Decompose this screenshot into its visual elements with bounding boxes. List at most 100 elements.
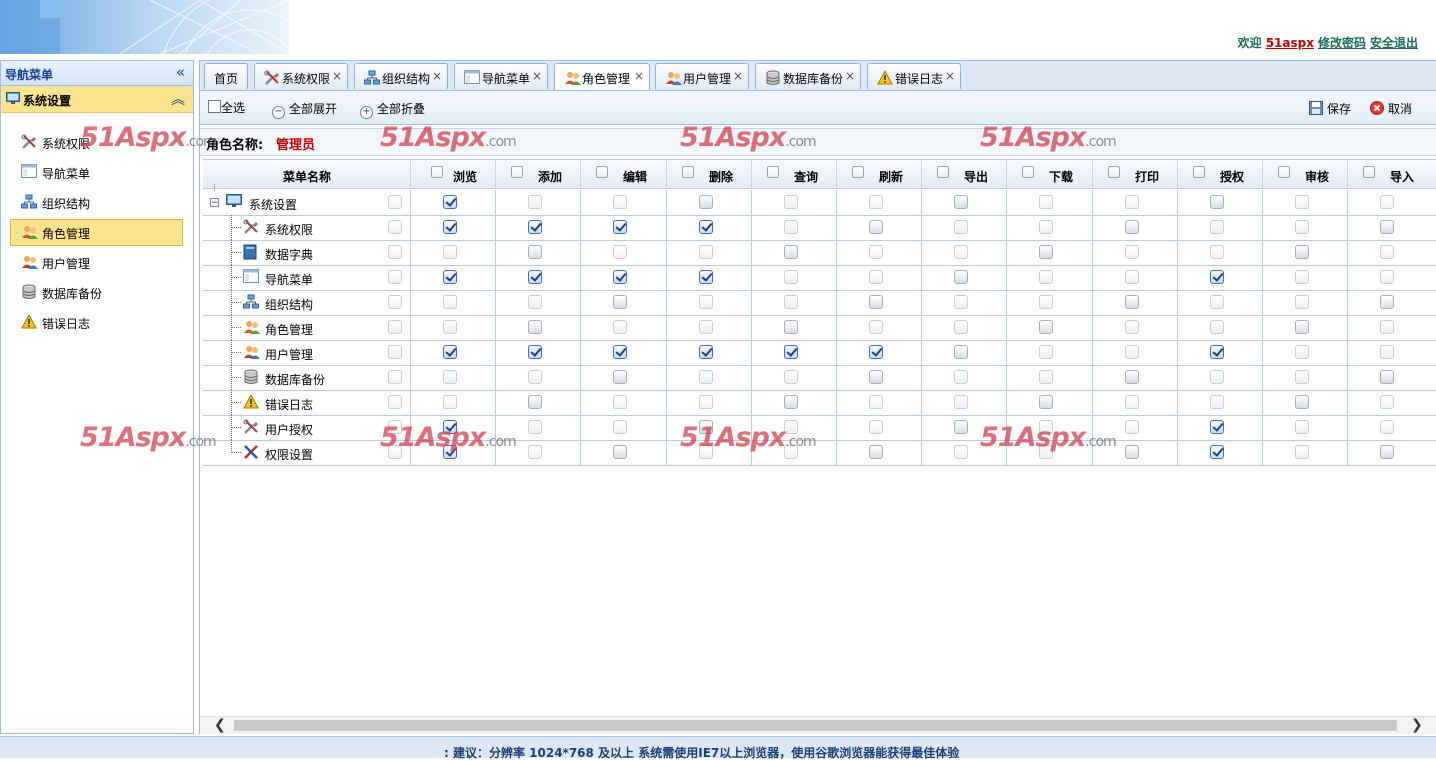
permission-checkbox[interactable] — [1295, 270, 1309, 284]
permission-checkbox[interactable] — [1295, 345, 1309, 359]
permission-checkbox[interactable] — [869, 370, 883, 384]
scrollbar-thumb[interactable] — [234, 720, 1397, 731]
permission-checkbox[interactable] — [613, 420, 627, 434]
permission-checkbox[interactable] — [1380, 445, 1394, 459]
permission-checkbox[interactable] — [1295, 245, 1309, 259]
permission-checkbox[interactable] — [528, 220, 542, 234]
permission-checkbox[interactable] — [784, 445, 798, 459]
permission-checkbox[interactable] — [613, 195, 627, 209]
permission-checkbox[interactable] — [443, 295, 457, 309]
permission-checkbox[interactable] — [443, 195, 457, 209]
permission-checkbox[interactable] — [699, 220, 713, 234]
sidebar-item[interactable]: 用户管理 — [1, 247, 193, 277]
tab-close-icon[interactable]: × — [845, 69, 855, 83]
permission-checkbox[interactable] — [1039, 320, 1053, 334]
permission-checkbox[interactable] — [784, 420, 798, 434]
permission-checkbox[interactable] — [1380, 295, 1394, 309]
permission-checkbox[interactable] — [784, 270, 798, 284]
permission-checkbox[interactable] — [613, 295, 627, 309]
permission-checkbox[interactable] — [1210, 245, 1224, 259]
permission-checkbox[interactable] — [1295, 445, 1309, 459]
permission-checkbox[interactable] — [784, 195, 798, 209]
permission-checkbox[interactable] — [1210, 220, 1224, 234]
permission-checkbox[interactable] — [699, 370, 713, 384]
permission-checkbox[interactable] — [1295, 420, 1309, 434]
column-select-checkbox[interactable] — [1108, 166, 1120, 178]
permission-checkbox[interactable] — [1125, 320, 1139, 334]
permission-checkbox[interactable] — [443, 345, 457, 359]
permission-checkbox[interactable] — [1210, 370, 1224, 384]
permission-checkbox[interactable] — [1125, 270, 1139, 284]
permission-checkbox[interactable] — [1125, 445, 1139, 459]
permission-checkbox[interactable] — [613, 395, 627, 409]
permission-checkbox[interactable] — [1125, 345, 1139, 359]
row-select-checkbox[interactable] — [388, 220, 402, 234]
tab[interactable]: 角色管理 × — [554, 63, 650, 90]
permission-checkbox[interactable] — [954, 370, 968, 384]
column-select-checkbox[interactable] — [511, 166, 523, 178]
permission-checkbox[interactable] — [528, 395, 542, 409]
horizontal-scrollbar[interactable]: ❮ ❯ — [200, 716, 1436, 734]
select-all-checkbox[interactable] — [208, 100, 221, 113]
column-select-checkbox[interactable] — [1022, 166, 1034, 178]
permission-checkbox[interactable] — [1295, 195, 1309, 209]
permission-checkbox[interactable] — [1039, 220, 1053, 234]
permission-checkbox[interactable] — [869, 220, 883, 234]
permission-checkbox[interactable] — [699, 295, 713, 309]
permission-checkbox[interactable] — [869, 445, 883, 459]
permission-checkbox[interactable] — [784, 370, 798, 384]
tab[interactable]: 错误日志 × — [867, 63, 961, 89]
permission-checkbox[interactable] — [869, 270, 883, 284]
permission-checkbox[interactable] — [954, 220, 968, 234]
tab[interactable]: 导航菜单 × — [454, 63, 548, 89]
column-select-checkbox[interactable] — [767, 166, 779, 178]
column-select-checkbox[interactable] — [682, 166, 694, 178]
permission-checkbox[interactable] — [869, 245, 883, 259]
permission-checkbox[interactable] — [699, 345, 713, 359]
permission-checkbox[interactable] — [1039, 270, 1053, 284]
scroll-right-icon[interactable]: ❯ — [1411, 717, 1423, 733]
permission-checkbox[interactable] — [1380, 345, 1394, 359]
expand-all-button[interactable]: − 全部展开 — [272, 100, 337, 119]
permission-checkbox[interactable] — [1039, 370, 1053, 384]
collapse-all-button[interactable]: + 全部折叠 — [360, 100, 425, 119]
permission-checkbox[interactable] — [443, 245, 457, 259]
select-all-toggle[interactable]: 全选 — [208, 99, 245, 116]
permission-checkbox[interactable] — [1210, 295, 1224, 309]
row-select-checkbox[interactable] — [388, 395, 402, 409]
permission-checkbox[interactable] — [1210, 395, 1224, 409]
permission-checkbox[interactable] — [954, 270, 968, 284]
permission-checkbox[interactable] — [1210, 345, 1224, 359]
tree-collapse-icon[interactable]: − — [210, 198, 219, 208]
permission-checkbox[interactable] — [1210, 320, 1224, 334]
permission-checkbox[interactable] — [443, 420, 457, 434]
permission-checkbox[interactable] — [443, 370, 457, 384]
tab-close-icon[interactable]: × — [532, 69, 542, 83]
permission-checkbox[interactable] — [699, 245, 713, 259]
tab-close-icon[interactable]: × — [634, 69, 644, 83]
permission-checkbox[interactable] — [869, 345, 883, 359]
permission-checkbox[interactable] — [699, 420, 713, 434]
permission-checkbox[interactable] — [528, 270, 542, 284]
permission-checkbox[interactable] — [954, 320, 968, 334]
permission-checkbox[interactable] — [1380, 395, 1394, 409]
tab[interactable]: 数据库备份 × — [755, 63, 861, 89]
permission-checkbox[interactable] — [869, 395, 883, 409]
permission-checkbox[interactable] — [1380, 370, 1394, 384]
column-select-checkbox[interactable] — [1363, 166, 1375, 178]
permission-checkbox[interactable] — [869, 320, 883, 334]
row-select-checkbox[interactable] — [388, 370, 402, 384]
tab[interactable]: 组织结构 × — [354, 63, 448, 89]
permission-checkbox[interactable] — [1039, 195, 1053, 209]
permission-checkbox[interactable] — [1210, 270, 1224, 284]
permission-checkbox[interactable] — [1125, 295, 1139, 309]
sidebar-item[interactable]: 角色管理 — [1, 217, 193, 247]
row-select-checkbox[interactable] — [388, 295, 402, 309]
column-select-checkbox[interactable] — [852, 166, 864, 178]
row-select-checkbox[interactable] — [388, 245, 402, 259]
permission-checkbox[interactable] — [954, 345, 968, 359]
permission-checkbox[interactable] — [443, 320, 457, 334]
permission-checkbox[interactable] — [613, 320, 627, 334]
permission-checkbox[interactable] — [1380, 320, 1394, 334]
permission-checkbox[interactable] — [954, 245, 968, 259]
